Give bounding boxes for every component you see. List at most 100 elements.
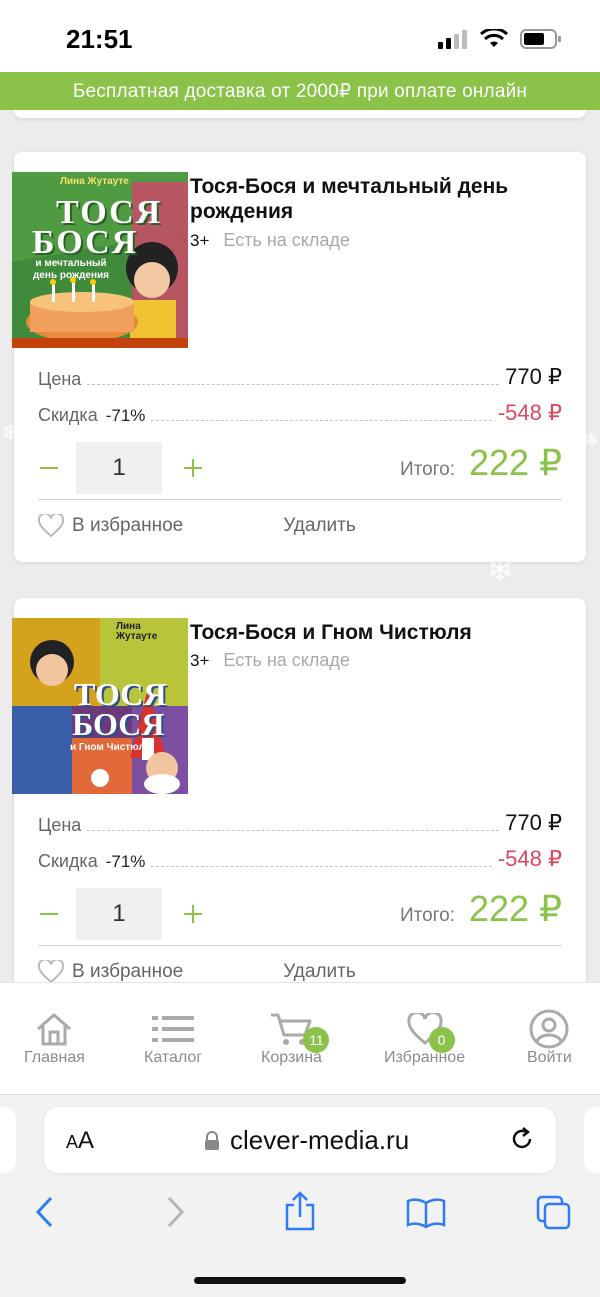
quantity-input[interactable]: 1 bbox=[76, 442, 162, 494]
price-value: 770 ₽ bbox=[505, 364, 562, 389]
total-row: Итого: 222 ₽ bbox=[400, 442, 562, 484]
cart-count-badge: 11 bbox=[303, 1027, 330, 1053]
total-label: Итого: bbox=[399, 905, 456, 926]
cover-author: Лина Жутауте bbox=[60, 176, 129, 187]
divider bbox=[38, 945, 562, 946]
cover-author: Лина Жутауте bbox=[116, 621, 158, 642]
quantity-stepper: 1 bbox=[38, 442, 204, 494]
cart-item: Лина Жутауте ТОСЯ БОСЯ и Гном Чистюля То… bbox=[12, 598, 586, 982]
user-icon bbox=[529, 1009, 569, 1049]
divider bbox=[38, 499, 562, 500]
total-label: Итого: bbox=[399, 459, 456, 480]
total-value: 222 ₽ bbox=[469, 442, 562, 483]
product-title[interactable]: Тося-Бося и мечтальный день рождения bbox=[190, 174, 570, 224]
snowflake-icon: ❄ bbox=[584, 430, 600, 450]
next-tab-edge[interactable] bbox=[584, 1107, 600, 1173]
favorites-count-badge: 0 bbox=[428, 1027, 455, 1053]
discount-row: Скидка -71% -548 ₽ bbox=[38, 400, 562, 426]
product-title[interactable]: Тося-Бося и Гном Чистюля bbox=[190, 620, 570, 645]
discount-percent: -71% bbox=[105, 852, 146, 871]
price-label: Цена bbox=[38, 369, 82, 389]
product-meta: 3+ Есть на складе bbox=[190, 230, 350, 251]
dotted-leader bbox=[87, 830, 500, 831]
bottom-navigation: Главная Каталог 11 Корзина 0 Избранное В… bbox=[0, 982, 600, 1094]
url-text: clever-media.ru bbox=[230, 1125, 410, 1155]
nav-home-label: Главная bbox=[24, 1049, 85, 1066]
favorites-label: В избранное bbox=[72, 515, 184, 536]
age-rating: 3+ bbox=[190, 230, 210, 250]
nav-login[interactable]: Войти bbox=[527, 1009, 572, 1067]
dotted-leader bbox=[87, 384, 500, 385]
cover-subtitle: и мечтальный день рождения bbox=[33, 258, 109, 281]
price-value: 770 ₽ bbox=[505, 810, 562, 835]
promo-banner[interactable]: Бесплатная доставка от 2000₽ при оплате … bbox=[0, 72, 600, 110]
stock-status: Есть на складе bbox=[223, 230, 350, 250]
wifi-icon bbox=[480, 29, 508, 47]
signal-icon bbox=[438, 30, 467, 49]
increase-quantity-button[interactable] bbox=[182, 457, 204, 479]
cover-title-line-2: БОСЯ bbox=[72, 706, 165, 742]
delete-button[interactable]: Удалить bbox=[283, 961, 356, 982]
book-cover[interactable]: Лина Жутауте ТОСЯ БОСЯ и мечтальный день… bbox=[12, 172, 188, 348]
nav-favorites-label: Избранное bbox=[384, 1049, 466, 1066]
cart-item: Лина Жутауте ТОСЯ БОСЯ и мечтальный день… bbox=[12, 152, 586, 562]
home-indicator[interactable] bbox=[194, 1277, 406, 1284]
status-icons bbox=[438, 28, 562, 50]
delete-button[interactable]: Удалить bbox=[283, 515, 356, 537]
nav-catalog[interactable]: Каталог bbox=[144, 1009, 202, 1067]
nav-login-label: Войти bbox=[527, 1049, 572, 1066]
lock-icon bbox=[205, 1130, 219, 1150]
dotted-leader bbox=[151, 866, 492, 867]
product-meta: 3+ Есть на складе bbox=[190, 650, 350, 671]
browser-toolbar: AA clever-media.ru bbox=[0, 1094, 600, 1297]
stock-status: Есть на складе bbox=[223, 650, 350, 670]
status-bar: 21:51 bbox=[0, 0, 600, 72]
total-row: Итого: 222 ₽ bbox=[400, 888, 562, 930]
url-display[interactable]: clever-media.ru bbox=[204, 1125, 409, 1156]
discount-value: -548 ₽ bbox=[497, 400, 562, 425]
status-time: 21:51 bbox=[66, 24, 133, 54]
back-icon[interactable] bbox=[34, 1195, 56, 1229]
discount-label: Скидка bbox=[38, 851, 98, 871]
item-actions: В избранное Удалить bbox=[38, 960, 356, 982]
address-bar[interactable]: AA clever-media.ru bbox=[44, 1107, 556, 1173]
home-icon bbox=[37, 1013, 72, 1046]
item-actions: В избранное Удалить bbox=[38, 514, 356, 538]
cart-page: ❄ ❄ ❄ ❄ Лина Жутау bbox=[0, 110, 600, 982]
battery-icon bbox=[520, 29, 561, 49]
price-label: Цена bbox=[38, 815, 82, 835]
list-icon bbox=[152, 1016, 195, 1042]
nav-catalog-label: Каталог bbox=[144, 1049, 203, 1066]
price-row: Цена 770 ₽ bbox=[38, 364, 562, 390]
previous-card-edge bbox=[14, 110, 586, 118]
quantity-input[interactable]: 1 bbox=[76, 888, 162, 940]
decrease-quantity-button[interactable] bbox=[38, 457, 60, 479]
nav-favorites[interactable]: 0 Избранное bbox=[384, 1009, 465, 1067]
decrease-quantity-button[interactable] bbox=[38, 903, 60, 925]
heart-icon bbox=[38, 514, 64, 538]
share-icon[interactable] bbox=[284, 1191, 316, 1231]
cover-subtitle: и Гном Чистюля bbox=[70, 742, 151, 753]
bookmarks-icon[interactable] bbox=[406, 1197, 446, 1229]
forward-icon[interactable] bbox=[164, 1195, 186, 1229]
total-value: 222 ₽ bbox=[469, 888, 562, 929]
text-size-button[interactable]: AA bbox=[66, 1127, 94, 1155]
previous-tab-edge[interactable] bbox=[0, 1107, 16, 1173]
discount-value: -548 ₽ bbox=[497, 846, 562, 871]
tabs-icon[interactable] bbox=[536, 1195, 572, 1231]
favorites-label: В избранное bbox=[72, 961, 184, 982]
nav-cart[interactable]: 11 Корзина bbox=[261, 1009, 330, 1067]
discount-percent: -71% bbox=[105, 406, 146, 425]
increase-quantity-button[interactable] bbox=[182, 903, 204, 925]
book-cover[interactable]: Лина Жутауте ТОСЯ БОСЯ и Гном Чистюля bbox=[12, 618, 188, 794]
nav-home[interactable]: Главная bbox=[24, 1009, 85, 1067]
discount-row: Скидка -71% -548 ₽ bbox=[38, 846, 562, 872]
dotted-leader bbox=[151, 420, 492, 421]
quantity-stepper: 1 bbox=[38, 888, 204, 940]
age-rating: 3+ bbox=[190, 650, 210, 670]
add-to-favorites-button[interactable]: В избранное bbox=[38, 514, 183, 538]
add-to-favorites-button[interactable]: В избранное bbox=[38, 960, 183, 982]
cover-title-line-2: БОСЯ bbox=[32, 224, 139, 261]
reload-icon[interactable] bbox=[508, 1125, 536, 1153]
discount-label: Скидка bbox=[38, 405, 98, 425]
